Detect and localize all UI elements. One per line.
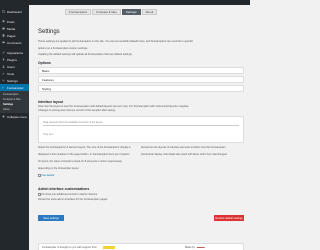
interface-desc-2: Changes to sorting and columns control o… xyxy=(38,109,116,112)
sidebar-item-tools[interactable]: Tools xyxy=(0,70,29,77)
admin-ui-option-label: Do show you additional controls in admin… xyxy=(41,193,98,196)
use-default-checkbox[interactable] xyxy=(38,174,41,177)
sidebar-item-label: Comments xyxy=(7,40,22,45)
sidebar-item-label: Settings xyxy=(7,78,18,83)
footer-text: Fontsampler is brought to you with suppo… xyxy=(42,245,97,249)
page-title: Settings xyxy=(38,29,60,35)
sidebar-item-fontsampler[interactable]: F Fontsampler xyxy=(0,84,30,91)
sidebar-item-dashboard[interactable]: Dashboard xyxy=(0,8,29,15)
restore-defaults-button[interactable]: Restore default settings xyxy=(214,215,244,221)
dashboard-icon xyxy=(2,10,5,13)
wrench-icon xyxy=(2,72,5,75)
admin-ui-heading: Admin interface customizations xyxy=(38,187,90,191)
svg-text:F: F xyxy=(2,86,4,89)
use-default-label: Use default xyxy=(41,174,55,177)
save-settings-button[interactable]: Save settings xyxy=(38,215,64,221)
sidebar-item-appearance[interactable]: Appearance xyxy=(0,49,29,56)
intro-text-3: Updating the default settings will updat… xyxy=(38,53,133,56)
sidebar-item-label: Dashboard xyxy=(7,9,22,14)
interface-layout-heading: Interface layout xyxy=(38,100,64,104)
use-default-row[interactable]: Use default xyxy=(38,174,54,177)
layout-dropzone[interactable]: Drag elements from the available list be… xyxy=(38,116,244,143)
layout-help-left-4: depending on the fontsampler layout. xyxy=(38,167,80,170)
sidebar-item-label: Plugins xyxy=(7,57,17,62)
collapse-icon xyxy=(2,115,5,118)
plug-icon xyxy=(2,58,5,61)
intro-text: These settings are applied to all Fontsa… xyxy=(38,40,193,43)
accordion-styling[interactable]: Styling xyxy=(38,85,244,92)
layout-help-left-3: for layout, the same constraint a stack … xyxy=(38,160,122,163)
sidebar-item-label: Tools xyxy=(7,71,15,76)
tab-about[interactable]: About xyxy=(141,9,158,15)
dropzone-text: Drag here xyxy=(43,133,54,136)
sidebar-item-label: Users xyxy=(7,64,15,69)
intro-text-2: options on a Fontsamplers custom setting… xyxy=(38,47,89,50)
pin-icon xyxy=(2,20,5,23)
brush-icon xyxy=(2,51,5,54)
page-icon xyxy=(2,34,5,37)
tab-fontsamplers[interactable]: Fontsamplers xyxy=(65,9,92,15)
tab-settings[interactable]: Settings xyxy=(121,9,141,15)
dropzone-label: Drag elements from the available list be… xyxy=(43,121,103,124)
sidebar-item-comments[interactable]: Comments xyxy=(0,39,29,46)
made-by-text: Made by xyxy=(184,245,195,249)
sidebar-item-label: Collapse menu xyxy=(7,114,28,119)
layout-help-left: Select the Fontsamplers UI element layou… xyxy=(38,146,131,149)
tab-bar: Fontsamplers Fontsets & files Settings A… xyxy=(65,9,158,15)
user-icon xyxy=(2,65,5,68)
comment-icon xyxy=(2,41,5,44)
collapse-menu-button[interactable]: Collapse menu xyxy=(0,113,29,120)
vendor-logo: ▬▬▬ xyxy=(196,245,205,249)
options-heading: Options xyxy=(38,61,51,65)
accordion-basic[interactable]: Basic xyxy=(38,67,244,74)
sidebar-item-settings[interactable]: Settings xyxy=(0,77,29,84)
main-content: Fontsamplers Fontsets & files Settings A… xyxy=(29,5,250,250)
sidebar-item-pages[interactable]: Pages xyxy=(0,32,29,39)
sidebar-item-label: Fontsampler xyxy=(7,85,24,90)
tab-fontsets-files[interactable]: Fontsets & files xyxy=(92,9,121,15)
sidebar-item-users[interactable]: Users xyxy=(0,63,29,70)
sponsor-logo xyxy=(102,245,115,249)
submenu-item-about[interactable]: About xyxy=(0,107,29,112)
sidebar-item-label: Appearance xyxy=(7,50,24,55)
accordion-features[interactable]: Features xyxy=(38,76,244,83)
admin-ui-checkbox[interactable] xyxy=(38,193,41,196)
sidebar-item-label: Media xyxy=(7,26,16,31)
layout-help-right-2: should look display. Auto-Stack also sta… xyxy=(141,153,228,156)
admin-sidebar: Dashboard Posts Media Pages Comments App… xyxy=(0,5,30,250)
media-icon xyxy=(2,27,5,30)
sidebar-item-posts[interactable]: Posts xyxy=(0,18,29,25)
sponsor-footer: Fontsampler is brought to you with suppo… xyxy=(38,243,244,250)
sidebar-item-plugins[interactable]: Plugins xyxy=(0,56,29,63)
font-icon: F xyxy=(2,86,5,89)
layout-help-right: Sometimes the layouts of interface eleme… xyxy=(141,146,226,149)
sliders-icon xyxy=(2,79,5,82)
sidebar-item-label: Pages xyxy=(7,33,16,38)
sidebar-item-media[interactable]: Media xyxy=(0,25,29,32)
sidebar-submenu: Fontsamplers Fontsets & files Settings A… xyxy=(0,91,29,113)
admin-ui-option-row[interactable]: Do show you additional controls in admin… xyxy=(38,193,97,196)
layout-help-left-2: displayed in this container in the page … xyxy=(38,153,130,156)
divider xyxy=(43,125,239,126)
sidebar-item-label: Posts xyxy=(7,19,15,24)
admin-ui-note: Shows the extra admin interface for the … xyxy=(38,198,109,201)
